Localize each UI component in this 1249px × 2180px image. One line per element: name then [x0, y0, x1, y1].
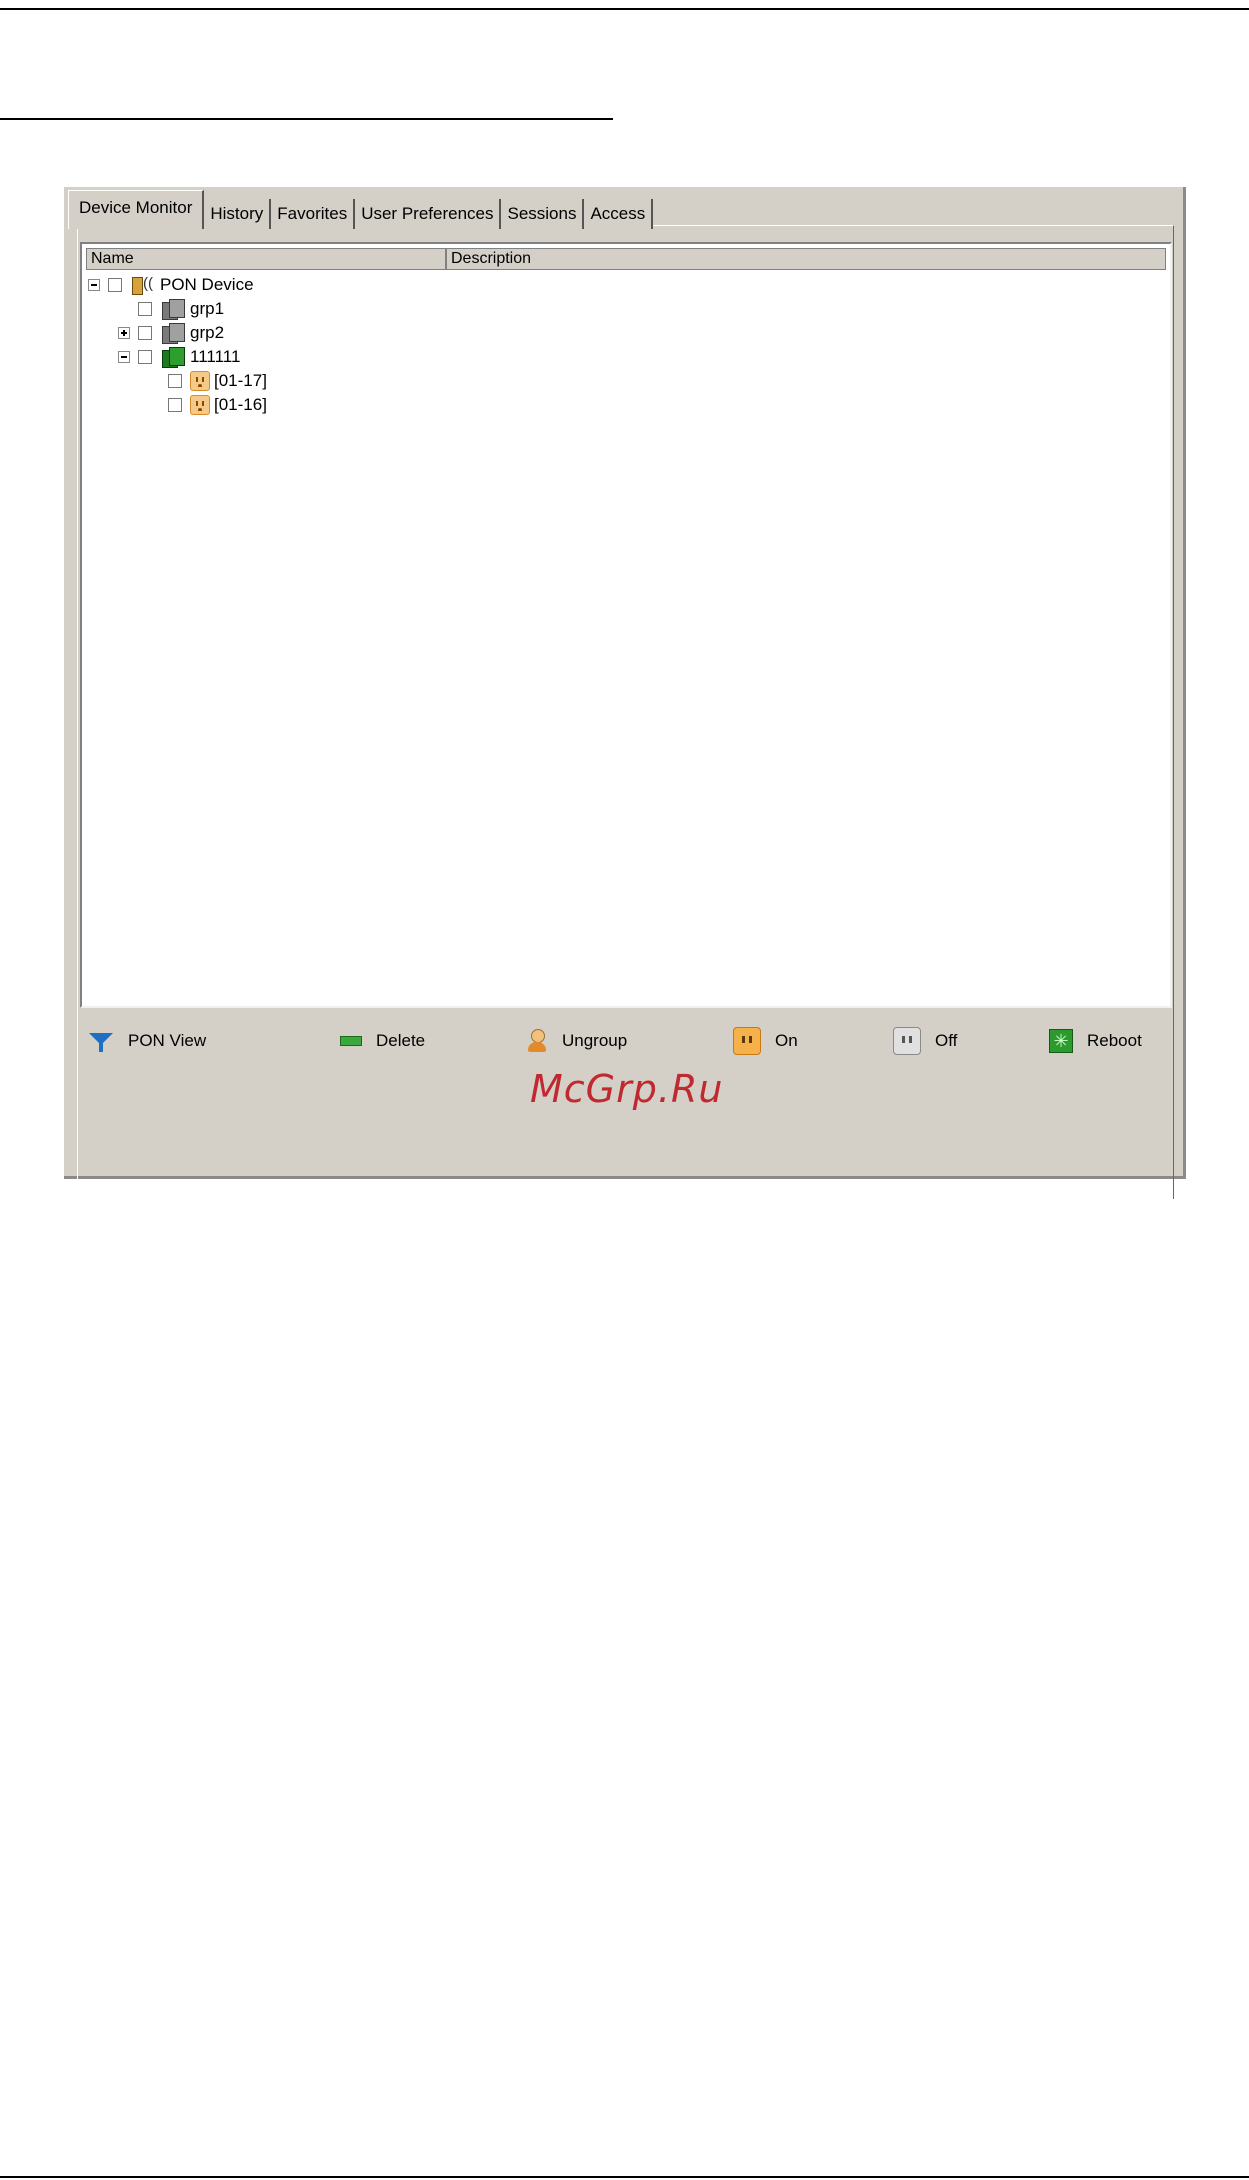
page-top-rule	[0, 8, 1249, 10]
node-label: PON Device	[160, 275, 254, 294]
node-label: [01-16]	[214, 395, 267, 414]
reboot-icon: ✳	[1049, 1029, 1073, 1053]
tree-node-grp2[interactable]: grp2	[118, 322, 224, 344]
page-bottom-rule	[0, 2176, 1249, 2178]
reboot-label: Reboot	[1087, 1031, 1142, 1050]
tree-node-111111[interactable]: 111111	[118, 346, 240, 368]
column-name[interactable]: Name	[87, 249, 447, 269]
tab-strip: Device Monitor History Favorites User Pr…	[68, 190, 654, 229]
node-checkbox[interactable]	[138, 350, 152, 364]
off-label: Off	[935, 1031, 958, 1050]
reboot-button[interactable]: ✳ Reboot	[1049, 1027, 1142, 1055]
collapse-icon[interactable]	[118, 351, 130, 363]
delete-label: Delete	[376, 1031, 426, 1050]
tree-node-pon-device[interactable]: (( PON Device	[88, 274, 254, 296]
delete-icon	[340, 1036, 362, 1046]
tab-favorites[interactable]: Favorites	[271, 199, 356, 229]
outlet-on-icon	[733, 1027, 761, 1055]
node-checkbox[interactable]	[168, 398, 182, 412]
tab-access[interactable]: Access	[584, 199, 654, 229]
filter-icon	[88, 1029, 114, 1053]
tab-user-preferences[interactable]: User Preferences	[355, 199, 502, 229]
power-off-button[interactable]: Off	[893, 1027, 957, 1055]
ungroup-label: Ungroup	[562, 1031, 628, 1050]
tree-node-grp1[interactable]: grp1	[138, 298, 224, 320]
outlet-off-icon	[893, 1027, 921, 1055]
watermark: McGrp.Ru	[530, 1067, 724, 1111]
tab-device-monitor[interactable]: Device Monitor	[68, 190, 205, 229]
group-active-icon	[160, 345, 186, 369]
ungroup-button[interactable]: Ungroup	[526, 1027, 627, 1055]
node-checkbox[interactable]	[138, 302, 152, 316]
delete-button[interactable]: Delete	[340, 1027, 425, 1055]
node-label: [01-17]	[214, 371, 267, 390]
node-checkbox[interactable]	[168, 374, 182, 388]
user-icon	[526, 1028, 548, 1054]
group-icon	[160, 297, 186, 321]
node-checkbox[interactable]	[138, 326, 152, 340]
group-icon	[160, 321, 186, 345]
column-description[interactable]: Description	[447, 249, 1165, 269]
expand-icon[interactable]	[118, 327, 130, 339]
tab-history[interactable]: History	[204, 199, 272, 229]
outlet-icon	[190, 395, 210, 415]
node-label: grp1	[190, 299, 225, 318]
pon-view-button[interactable]: PON View	[88, 1027, 206, 1055]
device-tree[interactable]: Name Description (( PON Device grp1 grp2	[80, 242, 1172, 1008]
power-on-button[interactable]: On	[733, 1027, 798, 1055]
node-label: grp2	[190, 323, 225, 342]
tree-column-header: Name Description	[86, 248, 1166, 270]
tab-sessions[interactable]: Sessions	[501, 199, 585, 229]
node-checkbox[interactable]	[108, 278, 122, 292]
tree-node-outlet-01-17[interactable]: [01-17]	[168, 370, 267, 392]
node-label: 111111	[190, 347, 241, 366]
collapse-icon[interactable]	[88, 279, 100, 291]
on-label: On	[775, 1031, 798, 1050]
heading-underline	[0, 118, 613, 120]
pon-device-icon: ((	[130, 275, 156, 295]
outlet-icon	[190, 371, 210, 391]
tree-node-outlet-01-16[interactable]: [01-16]	[168, 394, 267, 416]
pon-view-label: PON View	[128, 1031, 207, 1050]
